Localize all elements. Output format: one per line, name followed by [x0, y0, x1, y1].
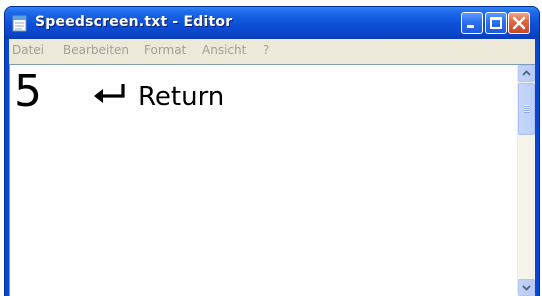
minimize-button[interactable]	[461, 12, 483, 34]
close-button[interactable]	[508, 12, 530, 34]
menu-ansicht[interactable]: Ansicht	[202, 43, 246, 57]
title-bar[interactable]: Speedscreen.txt - Editor	[5, 7, 539, 39]
chevron-down-icon	[522, 285, 531, 291]
minimize-icon	[467, 25, 474, 28]
menu-bar: Datei Bearbeiten Format Ansicht ?	[9, 39, 535, 61]
scroll-down-button[interactable]	[518, 279, 535, 296]
text-editor-area[interactable]: 5 Return	[9, 64, 535, 296]
maximize-icon	[490, 17, 502, 29]
scroll-thumb[interactable]	[518, 83, 535, 135]
editor-digit: 5	[14, 66, 42, 117]
menu-format[interactable]: Format	[144, 43, 186, 57]
menu-bearbeiten[interactable]: Bearbeiten	[63, 43, 129, 57]
return-arrow-icon	[94, 84, 125, 103]
window-client-area: Datei Bearbeiten Format Ansicht ? 5 Retu…	[9, 39, 535, 296]
window-title: Speedscreen.txt - Editor	[35, 14, 233, 30]
grip-icon	[524, 105, 530, 113]
scroll-up-button[interactable]	[518, 65, 535, 82]
maximize-button[interactable]	[485, 12, 507, 34]
close-icon	[512, 16, 526, 30]
return-label: Return	[138, 82, 225, 112]
menu-help[interactable]: ?	[263, 43, 269, 57]
editor-window: Speedscreen.txt - Editor Datei Bearbeite…	[4, 6, 540, 296]
menu-datei[interactable]: Datei	[12, 43, 44, 57]
chevron-up-icon	[522, 70, 531, 76]
notepad-icon	[12, 15, 27, 32]
vertical-scrollbar[interactable]	[517, 65, 535, 296]
